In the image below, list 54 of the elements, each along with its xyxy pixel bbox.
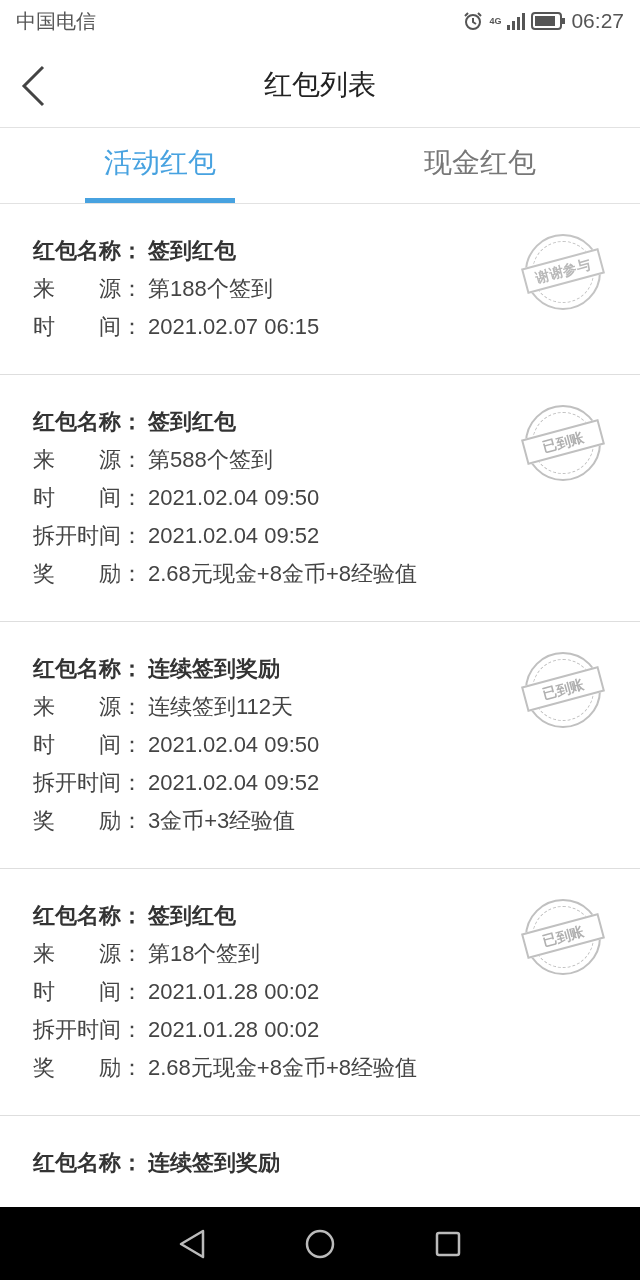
field-label: 时 间： — [33, 731, 144, 759]
tab[interactable]: 现金红包 — [405, 128, 555, 203]
field-label: 来 源： — [33, 446, 144, 474]
field-value: 2021.02.04 09:50 — [148, 731, 320, 759]
page-title: 红包列表 — [264, 67, 376, 102]
stamp-text: 已到账 — [540, 429, 586, 455]
field-label: 时 间： — [33, 978, 144, 1006]
field-label: 时 间： — [33, 313, 144, 341]
field-label: 来 源： — [33, 275, 144, 303]
back-icon[interactable] — [179, 1228, 205, 1259]
signal-icon — [507, 12, 526, 30]
field-value: 连续签到奖励 — [148, 655, 280, 683]
field-label: 奖 励： — [33, 1054, 144, 1082]
field-value: 2021.01.28 00:02 — [148, 1016, 320, 1044]
field-label: 红包名称： — [33, 655, 144, 683]
stamp-text: 谢谢参与 — [534, 257, 592, 285]
field-value: 第18个签到 — [148, 940, 261, 968]
field-label: 红包名称： — [33, 902, 144, 930]
network-type: 4G — [489, 16, 502, 26]
field-value: 第588个签到 — [148, 446, 273, 474]
field-label: 奖 励： — [33, 807, 144, 835]
field-label: 红包名称： — [33, 1149, 144, 1177]
field-value: 2021.02.04 09:52 — [148, 522, 320, 550]
field-value: 2.68元现金+8金币+8经验值 — [148, 1054, 417, 1082]
field-label: 来 源： — [33, 940, 144, 968]
field-value: 签到红包 — [148, 902, 236, 930]
field-value: 2021.02.07 06:15 — [148, 313, 320, 341]
field-value: 2021.02.04 09:50 — [148, 484, 320, 512]
recent-apps-icon[interactable] — [435, 1230, 461, 1257]
field-label: 奖 励： — [33, 560, 144, 588]
alarm-icon — [463, 11, 484, 31]
clock-time: 06:27 — [571, 8, 624, 35]
field-value: 3金币+3经验值 — [148, 807, 296, 835]
field-label: 红包名称： — [33, 408, 144, 436]
field-label: 拆开时间： — [33, 1016, 144, 1044]
field-value: 2.68元现金+8金币+8经验值 — [148, 560, 417, 588]
stamp-text: 已到账 — [540, 676, 586, 702]
field-label: 来 源： — [33, 693, 144, 721]
field-value: 2021.02.04 09:52 — [148, 769, 320, 797]
field-value: 连续签到奖励 — [148, 1149, 280, 1177]
field-label: 拆开时间： — [33, 522, 144, 550]
field-value: 第188个签到 — [148, 275, 273, 303]
tab[interactable]: 活动红包 — [85, 128, 235, 203]
stamp-text: 已到账 — [540, 923, 586, 949]
carrier-name: 中国电信 — [16, 9, 96, 34]
field-value: 连续签到112天 — [148, 693, 294, 721]
field-value: 签到红包 — [148, 408, 236, 436]
field-value: 签到红包 — [148, 237, 236, 265]
field-label: 红包名称： — [33, 237, 144, 265]
home-icon[interactable] — [305, 1228, 335, 1259]
battery-icon — [531, 12, 566, 30]
field-label: 拆开时间： — [33, 769, 144, 797]
field-value: 2021.01.28 00:02 — [148, 978, 320, 1006]
field-label: 时 间： — [33, 484, 144, 512]
